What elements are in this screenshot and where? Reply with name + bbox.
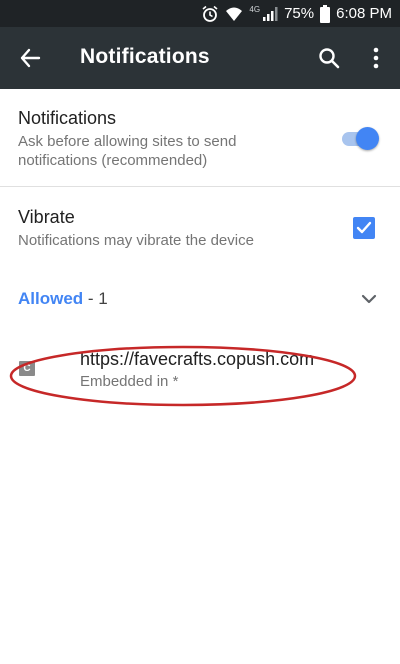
page-title: Notifications bbox=[80, 45, 210, 68]
alarm-icon bbox=[201, 5, 219, 23]
status-bar: 4G 75% 6:08 PM bbox=[0, 0, 400, 27]
highlight-ellipse-annotation bbox=[9, 345, 357, 407]
clock: 6:08 PM bbox=[336, 5, 392, 22]
vibrate-checkbox[interactable] bbox=[353, 217, 375, 239]
back-arrow-icon bbox=[20, 48, 41, 68]
back-button[interactable] bbox=[14, 42, 46, 74]
vibrate-setting-subtitle: Notifications may vibrate the device bbox=[18, 232, 254, 249]
checkmark-icon bbox=[356, 221, 372, 234]
chevron-down-icon bbox=[361, 294, 377, 304]
vibrate-setting-title: Vibrate bbox=[18, 207, 75, 227]
allowed-count: - 1 bbox=[83, 289, 108, 308]
battery-icon bbox=[320, 4, 331, 23]
network-type-label: 4G bbox=[249, 5, 261, 14]
search-button[interactable] bbox=[313, 42, 345, 74]
notifications-setting-title: Notifications bbox=[18, 108, 117, 128]
notifications-toggle[interactable] bbox=[340, 127, 380, 150]
signal-icon bbox=[262, 6, 278, 22]
battery-percent: 75% bbox=[284, 5, 315, 22]
divider bbox=[0, 186, 400, 187]
more-options-button[interactable] bbox=[360, 42, 392, 74]
allowed-label: Allowed bbox=[18, 289, 84, 308]
notifications-setting-subtitle: Ask before allowing sites to send notifi… bbox=[18, 133, 237, 169]
search-icon bbox=[319, 48, 340, 69]
app-bar: Notifications bbox=[0, 27, 400, 89]
allowed-section-header[interactable]: Allowed - 1 bbox=[18, 289, 108, 309]
expand-collapse-button[interactable] bbox=[358, 288, 380, 310]
toggle-thumb bbox=[356, 127, 379, 150]
more-vert-icon bbox=[373, 47, 379, 69]
wifi-icon bbox=[225, 6, 243, 22]
